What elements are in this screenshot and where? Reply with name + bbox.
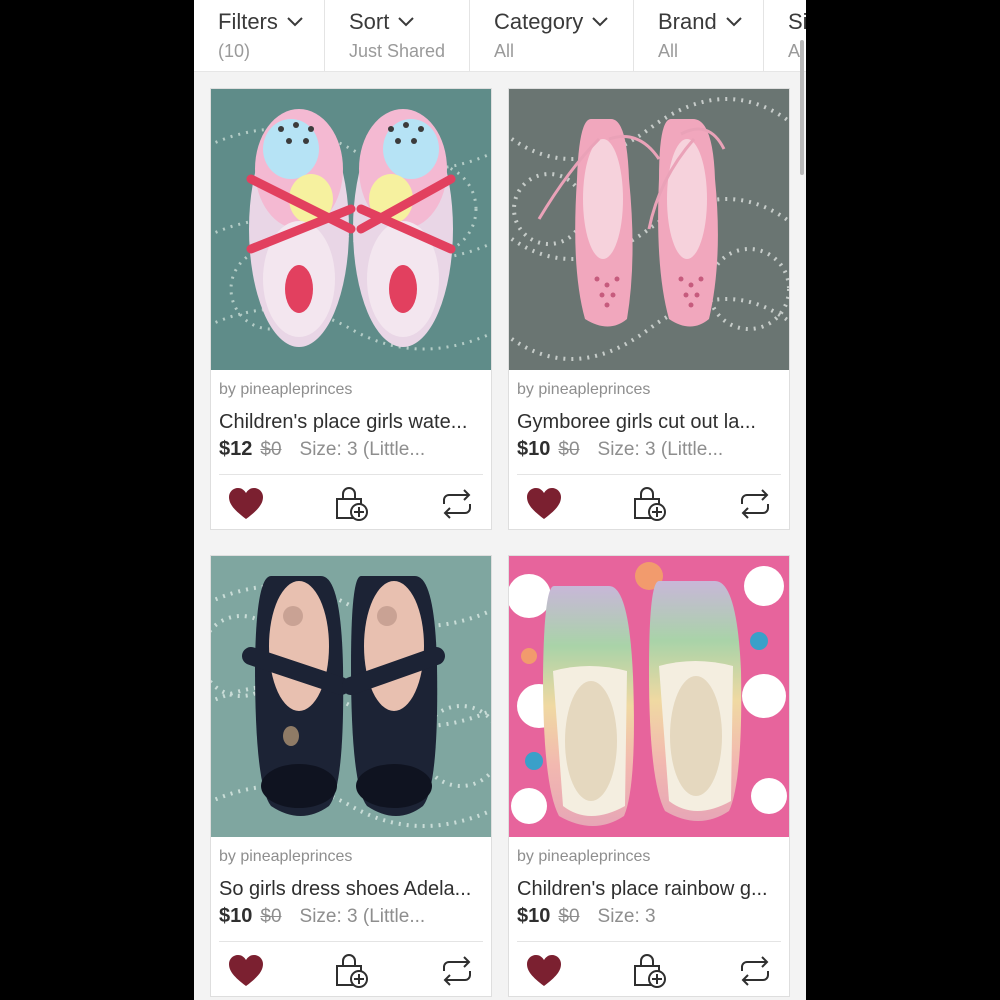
listing-title[interactable]: Gymboree girls cut out la...: [517, 411, 781, 434]
size-label: Size: 3 (Little...: [597, 439, 724, 460]
filter-value: Just Shared: [349, 41, 446, 61]
listing-card[interactable]: by pineapleprinces Children's place girl…: [210, 88, 492, 530]
filter-label: Category: [494, 9, 584, 34]
price-row: $12 $0 Size: 3 (Little...: [219, 438, 485, 461]
card-actions: [509, 942, 789, 998]
listing-photo[interactable]: [211, 89, 491, 370]
price: $12: [219, 438, 253, 460]
share-icon[interactable]: [737, 487, 773, 521]
original-price: $0: [260, 439, 282, 460]
heart-icon[interactable]: [228, 487, 264, 521]
share-icon[interactable]: [737, 954, 773, 988]
add-to-bundle-icon[interactable]: [333, 954, 369, 988]
filter-label: Sort: [349, 9, 390, 34]
seller-name[interactable]: by pineapleprinces: [219, 381, 491, 401]
sort-dropdown[interactable]: Sort Just Shared: [325, 0, 470, 71]
original-price: $0: [558, 439, 580, 460]
size-label: Size: 3 (Little...: [299, 439, 426, 460]
filters-dropdown[interactable]: Filters (10): [194, 0, 325, 71]
listing-card[interactable]: by pineapleprinces Children's place rain…: [508, 555, 790, 997]
size-label: Size: 3: [597, 906, 656, 927]
listing-title[interactable]: So girls dress shoes Adela...: [219, 878, 483, 901]
filter-value: (10): [218, 41, 251, 61]
share-icon[interactable]: [439, 487, 475, 521]
size-label: Size: 3 (Little...: [299, 906, 426, 927]
card-actions: [509, 475, 789, 531]
share-icon[interactable]: [439, 954, 475, 988]
chevron-down-icon: [592, 17, 608, 27]
scrollbar[interactable]: [800, 40, 804, 175]
price: $10: [517, 438, 551, 460]
filter-label: Si: [788, 9, 806, 34]
seller-name[interactable]: by pineapleprinces: [517, 848, 789, 868]
listing-title[interactable]: Children's place rainbow g...: [517, 878, 781, 901]
chevron-down-icon: [287, 17, 303, 27]
filter-value: All: [658, 41, 679, 61]
listing-title[interactable]: Children's place girls wate...: [219, 411, 483, 434]
listing-card[interactable]: by pineapleprinces So girls dress shoes …: [210, 555, 492, 997]
price-row: $10 $0 Size: 3 (Little...: [219, 905, 485, 928]
price-row: $10 $0 Size: 3: [517, 905, 783, 928]
price: $10: [517, 905, 551, 927]
brand-dropdown[interactable]: Brand All: [634, 0, 764, 71]
seller-name[interactable]: by pineapleprinces: [219, 848, 491, 868]
listing-photo[interactable]: [211, 556, 491, 837]
chevron-down-icon: [398, 17, 415, 27]
filter-label: Brand: [658, 9, 717, 34]
add-to-bundle-icon[interactable]: [631, 954, 667, 988]
card-actions: [211, 475, 491, 531]
heart-icon[interactable]: [526, 954, 562, 988]
add-to-bundle-icon[interactable]: [631, 487, 667, 521]
chevron-down-icon: [726, 17, 742, 27]
filter-bar: Filters (10) Sort Just Shared Category A…: [194, 0, 806, 72]
seller-name[interactable]: by pineapleprinces: [517, 381, 789, 401]
heart-icon[interactable]: [526, 487, 562, 521]
add-to-bundle-icon[interactable]: [333, 487, 369, 521]
card-actions: [211, 942, 491, 998]
listing-photo[interactable]: [509, 556, 789, 837]
heart-icon[interactable]: [228, 954, 264, 988]
price-row: $10 $0 Size: 3 (Little...: [517, 438, 783, 461]
listing-photo[interactable]: [509, 89, 789, 370]
category-dropdown[interactable]: Category All: [470, 0, 634, 71]
original-price: $0: [558, 906, 580, 927]
filter-value: All: [494, 41, 515, 61]
app-screen: Filters (10) Sort Just Shared Category A…: [194, 0, 806, 1000]
filter-label: Filters: [218, 9, 278, 34]
listing-card[interactable]: by pineapleprinces Gymboree girls cut ou…: [508, 88, 790, 530]
price: $10: [219, 905, 253, 927]
original-price: $0: [260, 906, 282, 927]
